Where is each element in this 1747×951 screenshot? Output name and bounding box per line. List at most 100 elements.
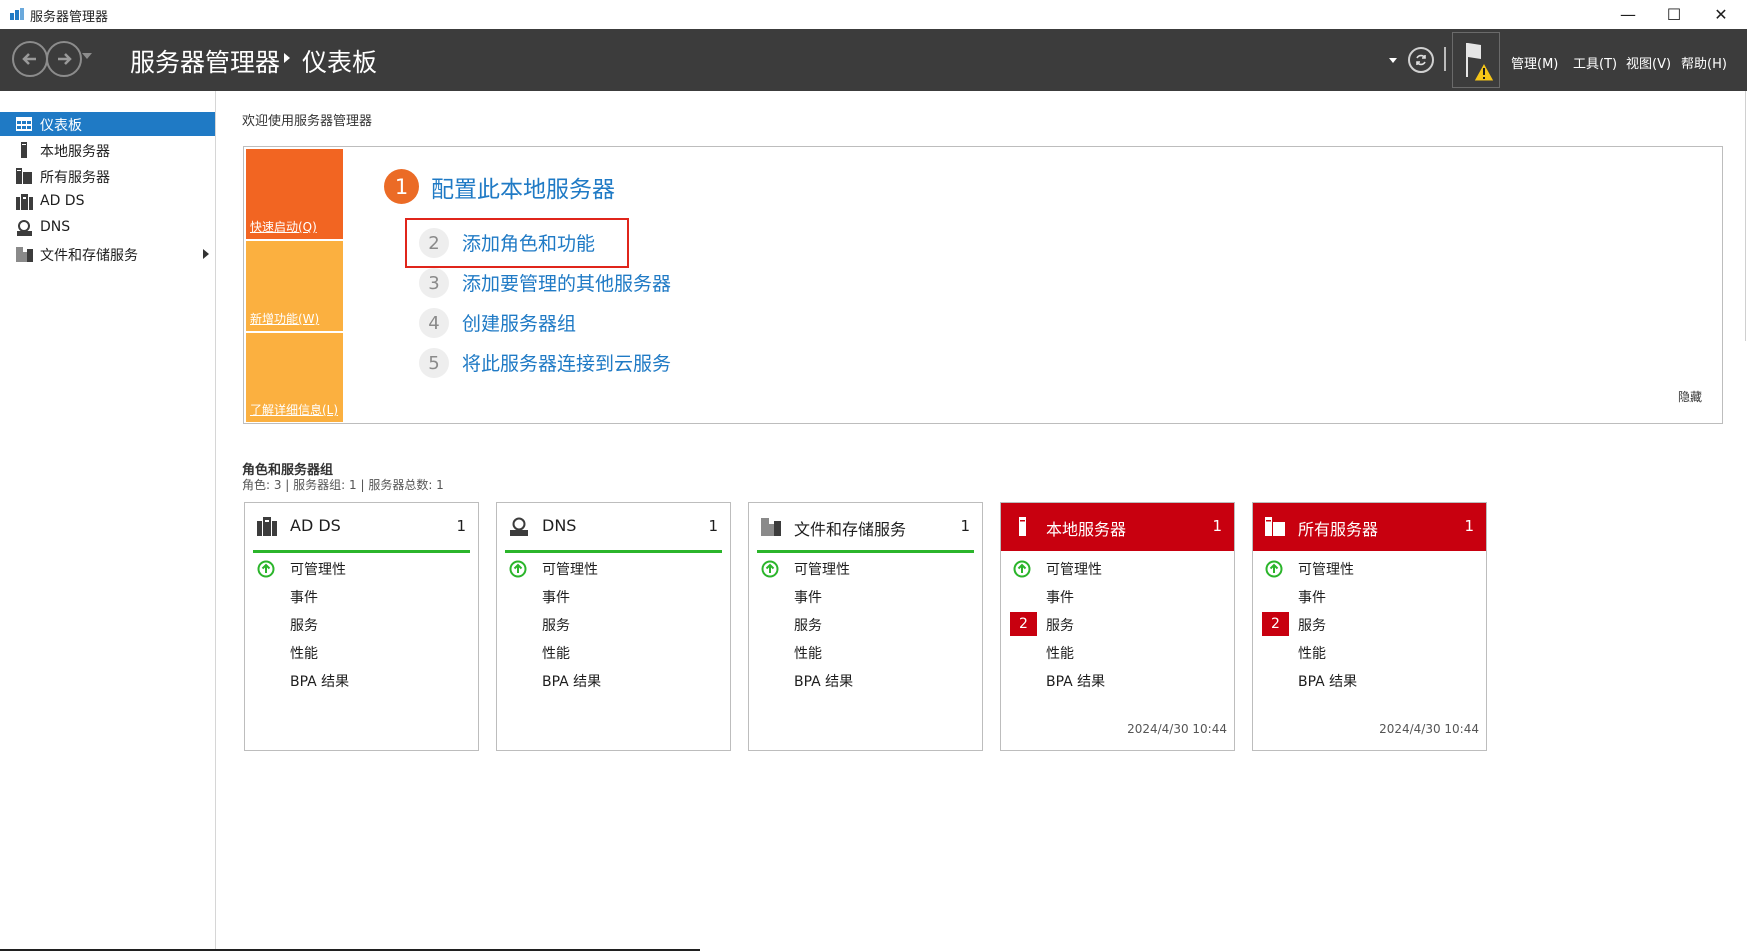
tab-whats-new-label: 新增功能(W)	[250, 312, 320, 326]
window-title: 服务器管理器	[30, 10, 109, 25]
status-ok-bar	[757, 550, 974, 553]
quick-start-panel: 快速启动(Q) 新增功能(W) 了解详细信息(L) 1 配置此本地服务器 2 添…	[243, 146, 1723, 424]
tile-row-events[interactable]: 事件	[1046, 587, 1074, 607]
tile-timestamp: 2024/4/30 10:44	[1379, 722, 1479, 736]
tile-row-manageability[interactable]: 可管理性	[794, 559, 850, 579]
close-button[interactable]: ✕	[1698, 0, 1744, 29]
tile-row-performance[interactable]: 性能	[1046, 643, 1074, 663]
tile-header[interactable]: 本地服务器 1	[1001, 503, 1234, 551]
step-3-number: 3	[419, 268, 449, 298]
menu-tools[interactable]: 工具(T)	[1573, 53, 1617, 72]
breadcrumb-separator-icon	[284, 53, 290, 63]
dns-icon	[17, 220, 32, 236]
minimize-button[interactable]: —	[1605, 0, 1651, 29]
sidebar-item-file-storage[interactable]: 文件和存储服务	[0, 242, 215, 266]
sidebar-item-ad-ds[interactable]: AD DS	[0, 190, 215, 214]
arrow-left-icon	[22, 53, 36, 65]
tile-header[interactable]: 所有服务器 1	[1253, 503, 1486, 551]
tile-row-bpa-results[interactable]: BPA 结果	[1298, 671, 1357, 691]
tab-quick-start[interactable]: 快速启动(Q)	[246, 149, 343, 239]
tile-row-performance[interactable]: 性能	[542, 643, 570, 663]
role-tile-local-server[interactable]: 本地服务器 1 2 可管理性 事件 服务 性能 BPA 结果 2024/4/30…	[1000, 502, 1235, 751]
role-tile-dns[interactable]: DNS 1 可管理性 事件 服务 性能 BPA 结果	[496, 502, 731, 751]
sidebar-item-local-server[interactable]: 本地服务器	[0, 138, 215, 162]
tile-row-services[interactable]: 服务	[290, 615, 318, 635]
tile-row-events[interactable]: 事件	[290, 587, 318, 607]
header-divider	[1444, 47, 1446, 71]
role-tile-ad-ds[interactable]: AD DS 1 可管理性 事件 服务 性能 BPA 结果	[244, 502, 479, 751]
refresh-icon	[1416, 54, 1426, 66]
tile-row-events[interactable]: 事件	[1298, 587, 1326, 607]
history-dropdown-icon[interactable]	[82, 53, 92, 59]
tile-row-services[interactable]: 服务	[794, 615, 822, 635]
sidebar-label-ad-ds: AD DS	[40, 193, 85, 209]
app-header: 服务器管理器 仪表板 管理(M) 工具(T) 视图(V) 帮助(H)	[0, 29, 1747, 91]
tile-row-services[interactable]: 服务	[542, 615, 570, 635]
sidebar-item-dns[interactable]: DNS	[0, 216, 215, 240]
services-alert-badge[interactable]: 2	[1262, 612, 1289, 636]
tile-row-bpa-results[interactable]: BPA 结果	[290, 671, 349, 691]
breadcrumb-root[interactable]: 服务器管理器	[130, 43, 280, 79]
sidebar-item-all-servers[interactable]: 所有服务器	[0, 164, 215, 188]
refresh-button[interactable]	[1408, 47, 1434, 73]
tile-row-services[interactable]: 服务	[1298, 615, 1326, 635]
role-tile-file-storage[interactable]: 文件和存储服务 1 可管理性 事件 服务 性能 BPA 结果	[748, 502, 983, 751]
tile-row-performance[interactable]: 性能	[794, 643, 822, 663]
sidebar-item-dashboard[interactable]: 仪表板	[0, 112, 215, 136]
status-ok-bar	[505, 550, 722, 553]
tile-row-manageability[interactable]: 可管理性	[290, 559, 346, 579]
tab-learn-more[interactable]: 了解详细信息(L)	[246, 333, 343, 422]
servers-icon	[16, 168, 32, 184]
tile-row-manageability[interactable]: 可管理性	[1046, 559, 1102, 579]
tab-whats-new[interactable]: 新增功能(W)	[246, 241, 343, 331]
menu-view[interactable]: 视图(V)	[1626, 53, 1671, 72]
tile-row-performance[interactable]: 性能	[1298, 643, 1326, 663]
tile-count: 1	[1464, 517, 1474, 535]
tile-row-bpa-results[interactable]: BPA 结果	[1046, 671, 1105, 691]
tile-row-events[interactable]: 事件	[542, 587, 570, 607]
tile-row-manageability[interactable]: 可管理性	[542, 559, 598, 579]
notifications-button[interactable]	[1452, 32, 1500, 88]
role-tile-all-servers[interactable]: 所有服务器 1 2 可管理性 事件 服务 性能 BPA 结果 2024/4/30…	[1252, 502, 1487, 751]
sidebar-label-dns: DNS	[40, 219, 71, 235]
connect-cloud-services-link[interactable]: 将此服务器连接到云服务	[462, 349, 671, 376]
sidebar-label-file-storage: 文件和存储服务	[40, 248, 138, 264]
expand-arrow-icon[interactable]	[203, 249, 209, 259]
welcome-heading: 欢迎使用服务器管理器	[242, 114, 373, 129]
sidebar-label-all-servers: 所有服务器	[40, 170, 110, 186]
breadcrumb-page: 仪表板	[302, 48, 378, 77]
up-arrow-ok-icon	[761, 560, 779, 578]
maximize-button[interactable]: ☐	[1651, 0, 1697, 29]
server-icon	[21, 142, 27, 158]
tile-header[interactable]: 文件和存储服务 1	[749, 503, 982, 551]
menu-manage[interactable]: 管理(M)	[1511, 53, 1558, 72]
highlight-annotation-box	[405, 218, 629, 268]
header-dropdown-icon[interactable]	[1389, 58, 1397, 63]
menu-help[interactable]: 帮助(H)	[1681, 53, 1727, 72]
tab-learn-more-label: 了解详细信息(L)	[250, 403, 339, 417]
tile-row-performance[interactable]: 性能	[290, 643, 318, 663]
tile-row-bpa-results[interactable]: BPA 结果	[794, 671, 853, 691]
back-button[interactable]	[12, 41, 48, 77]
file-storage-icon	[761, 518, 781, 536]
file-storage-icon	[16, 247, 33, 262]
tile-name: AD DS	[290, 516, 341, 535]
add-other-servers-link[interactable]: 添加要管理的其他服务器	[462, 269, 671, 296]
tile-row-manageability[interactable]: 可管理性	[1298, 559, 1354, 579]
services-alert-badge[interactable]: 2	[1010, 612, 1037, 636]
tile-header[interactable]: AD DS 1	[245, 503, 478, 551]
tile-row-bpa-results[interactable]: BPA 结果	[542, 671, 601, 691]
tile-name: 文件和存储服务	[794, 520, 907, 539]
hide-welcome-link[interactable]: 隐藏	[1678, 388, 1702, 405]
tile-row-events[interactable]: 事件	[794, 587, 822, 607]
tile-count: 1	[456, 517, 466, 535]
up-arrow-ok-icon	[257, 560, 275, 578]
tile-count: 1	[1212, 517, 1222, 535]
tile-header[interactable]: DNS 1	[497, 503, 730, 551]
step-1-number: 1	[384, 169, 419, 204]
dashboard-icon	[16, 117, 32, 131]
tile-row-services[interactable]: 服务	[1046, 615, 1074, 635]
create-server-group-link[interactable]: 创建服务器组	[462, 309, 576, 336]
forward-button[interactable]	[46, 41, 82, 77]
configure-local-server-link[interactable]: 配置此本地服务器	[431, 170, 615, 204]
